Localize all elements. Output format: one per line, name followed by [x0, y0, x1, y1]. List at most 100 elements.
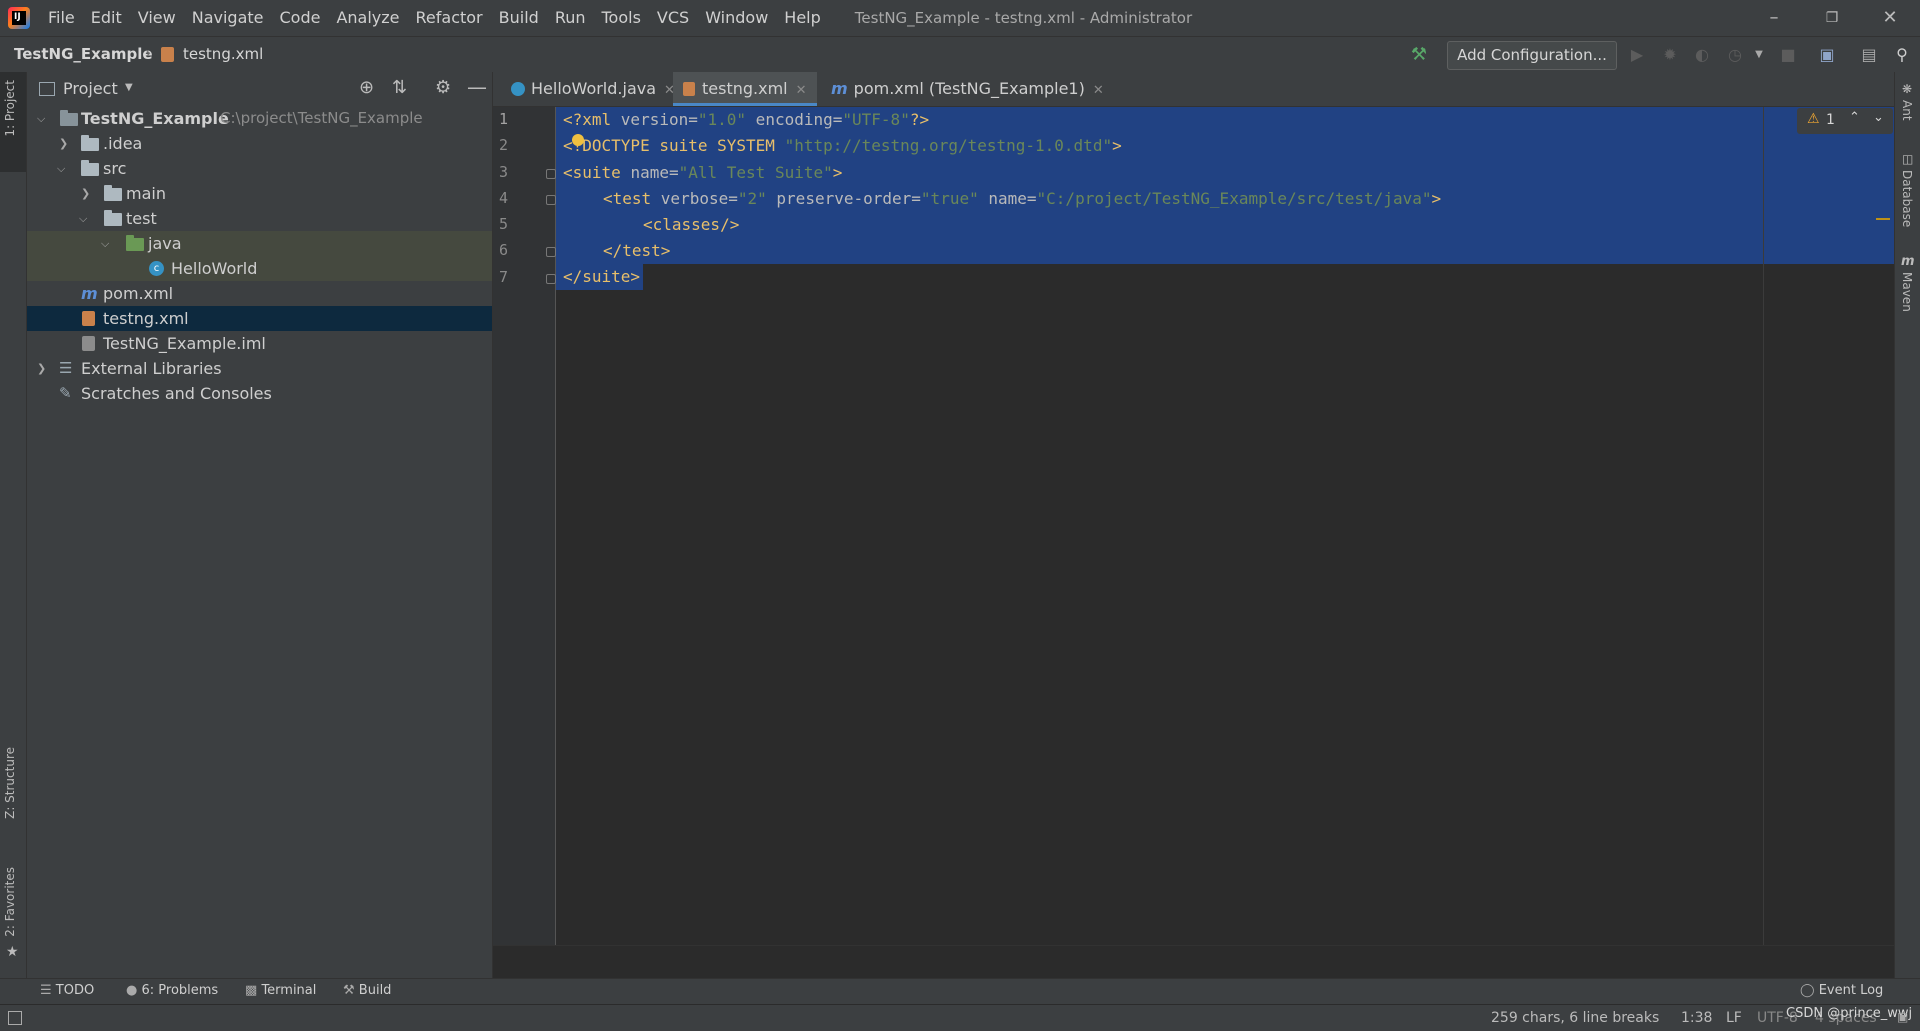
tree-item-test[interactable]: ⌵ test [27, 206, 492, 231]
coverage-icon[interactable]: ◐ [1690, 43, 1714, 67]
menu-analyze[interactable]: Analyze [328, 0, 407, 36]
terminal-tool-button[interactable]: ▩ Terminal [245, 983, 316, 998]
breadcrumb-project[interactable]: TestNG_Example [14, 45, 153, 63]
chevron-right-icon[interactable]: ❯ [59, 131, 68, 156]
favorites-tool-tab[interactable]: 2: Favorites [3, 867, 17, 937]
code-line-4: <test verbose="2" preserve-order="true" … [603, 189, 1442, 208]
build-tool-button[interactable]: ⚒ Build [343, 983, 391, 998]
menu-view[interactable]: View [130, 0, 184, 36]
view-dropdown-icon[interactable]: ▼ [125, 82, 133, 93]
code-editor[interactable]: <?xml version="1.0" encoding="UTF-8"?> <… [556, 107, 1894, 945]
chevron-right-icon[interactable]: ❯ [81, 181, 90, 206]
next-highlight-icon[interactable]: ⌄ [1873, 110, 1884, 125]
intention-bulb-icon[interactable] [572, 134, 584, 146]
breadcrumb-file[interactable]: testng.xml [183, 45, 263, 63]
chevron-down-icon[interactable]: ⌵ [101, 231, 109, 256]
chevron-down-icon[interactable]: ⌵ [37, 106, 45, 131]
tree-item-pom[interactable]: m pom.xml [27, 281, 492, 306]
todo-tool-button[interactable]: ☰ TODO [40, 983, 94, 998]
tree-item-external-libraries[interactable]: ❯ ☰ External Libraries [27, 356, 492, 381]
tree-item-idea[interactable]: ❯ .idea [27, 131, 492, 156]
toggle-tool-windows-icon[interactable] [8, 1011, 22, 1025]
build-hammer-icon[interactable]: ⚒ [1407, 43, 1431, 67]
more-run-dropdown-icon[interactable]: ▼ [1747, 43, 1771, 67]
menu-navigate[interactable]: Navigate [184, 0, 272, 36]
structure-tool-tab[interactable]: Z: Structure [3, 747, 17, 819]
maven-tool-tab[interactable]: Maven [1900, 272, 1914, 312]
list-icon: ☰ [40, 983, 52, 998]
tab-label-testng: testng.xml [702, 79, 788, 98]
chevron-down-icon[interactable]: ⌵ [57, 156, 65, 181]
watermark-text: CSDN @prince_wwj [1786, 1006, 1913, 1021]
tree-label-root: TestNG_Example [81, 109, 229, 128]
tree-item-project-root[interactable]: ⌵ TestNG_Example C:\project\TestNG_Examp… [27, 106, 492, 131]
menu-tools[interactable]: Tools [594, 0, 649, 36]
status-caret-position[interactable]: 1:38 [1681, 1010, 1712, 1026]
collapse-all-icon[interactable]: ⇅ [392, 77, 407, 98]
lock-icon[interactable]: ▣ [1897, 1010, 1908, 1024]
tree-item-scratches[interactable]: ✎ Scratches and Consoles [27, 381, 492, 406]
inspection-widget[interactable]: ⚠ 1 ⌃ ⌄ [1797, 108, 1893, 134]
menu-file[interactable]: File [40, 0, 83, 36]
tree-item-main[interactable]: ❯ main [27, 181, 492, 206]
debug-icon[interactable]: ✹ [1658, 43, 1682, 67]
fold-marker-icon[interactable] [546, 195, 556, 205]
database-tool-tab[interactable]: Database [1900, 170, 1914, 227]
menu-code[interactable]: Code [272, 0, 329, 36]
search-everywhere-icon[interactable]: ⚲ [1890, 43, 1914, 67]
menu-help[interactable]: Help [776, 0, 828, 36]
ant-tool-tab[interactable]: Ant [1900, 100, 1914, 121]
test-source-folder-icon [126, 235, 144, 251]
project-folder-icon [60, 110, 78, 126]
run-icon[interactable]: ▶ [1625, 43, 1649, 67]
tab-helloworld-java[interactable]: HelloWorld.java ✕ [503, 72, 683, 106]
hide-panel-icon[interactable]: — [467, 75, 487, 99]
project-structure-icon[interactable]: ▣ [1815, 43, 1839, 67]
menu-vcs[interactable]: VCS [649, 0, 697, 36]
xml-file-icon [161, 47, 174, 62]
right-tool-strip: ❋ Ant ◫ Database m Maven [1894, 72, 1920, 978]
tree-item-testng-selected[interactable]: testng.xml [27, 306, 492, 331]
menu-run[interactable]: Run [547, 0, 594, 36]
project-panel-title[interactable]: Project [63, 79, 118, 98]
tree-item-helloworld[interactable]: c HelloWorld [27, 256, 492, 281]
settings-gear-icon[interactable]: ⚙ [435, 77, 451, 98]
menu-bar: IJ File Edit View Navigate Code Analyze … [0, 0, 1920, 36]
tab-close-icon[interactable]: ✕ [796, 83, 807, 98]
tree-item-src[interactable]: ⌵ src [27, 156, 492, 181]
status-line-separator[interactable]: LF [1726, 1010, 1742, 1026]
toggle-window-icon[interactable]: ▤ [1857, 43, 1881, 67]
event-log-tool-button[interactable]: ◯ Event Log [1800, 983, 1883, 998]
line-number: 2 [499, 136, 509, 154]
add-configuration-button[interactable]: Add Configuration... [1447, 41, 1617, 70]
menu-window[interactable]: Window [697, 0, 776, 36]
menu-refactor[interactable]: Refactor [408, 0, 491, 36]
project-tool-tab[interactable]: 1: Project [3, 80, 17, 137]
locate-file-icon[interactable]: ⊕ [359, 77, 374, 98]
chevron-right-icon[interactable]: ❯ [37, 356, 46, 381]
tree-item-iml[interactable]: TestNG_Example.iml [27, 331, 492, 356]
fold-marker-icon[interactable] [546, 274, 556, 284]
stop-icon[interactable]: ■ [1776, 43, 1800, 67]
minimize-icon[interactable]: – [1745, 0, 1803, 36]
profile-icon[interactable]: ◷ [1723, 43, 1747, 67]
close-icon[interactable]: ✕ [1861, 0, 1919, 36]
previous-highlight-icon[interactable]: ⌃ [1849, 110, 1860, 125]
folder-icon [104, 210, 122, 226]
folder-icon [104, 185, 122, 201]
line-number: 4 [499, 189, 509, 207]
maven-icon: m [1901, 254, 1915, 269]
warning-stripe-marker[interactable] [1876, 218, 1890, 220]
fold-marker-icon[interactable] [546, 247, 556, 257]
restore-icon[interactable]: ❐ [1803, 0, 1861, 36]
tree-item-java[interactable]: ⌵ java [27, 231, 492, 256]
menu-edit[interactable]: Edit [83, 0, 130, 36]
problems-tool-button[interactable]: ● 6: Problems [126, 983, 218, 998]
menu-build[interactable]: Build [491, 0, 547, 36]
maven-file-icon: m [81, 284, 98, 303]
tab-close-icon[interactable]: ✕ [1093, 83, 1104, 98]
chevron-down-icon[interactable]: ⌵ [79, 206, 87, 231]
fold-marker-icon[interactable] [546, 169, 556, 179]
tab-testng-xml[interactable]: testng.xml ✕ [673, 72, 817, 106]
tab-pom-xml[interactable]: m pom.xml (TestNG_Example1) ✕ [823, 72, 1112, 106]
